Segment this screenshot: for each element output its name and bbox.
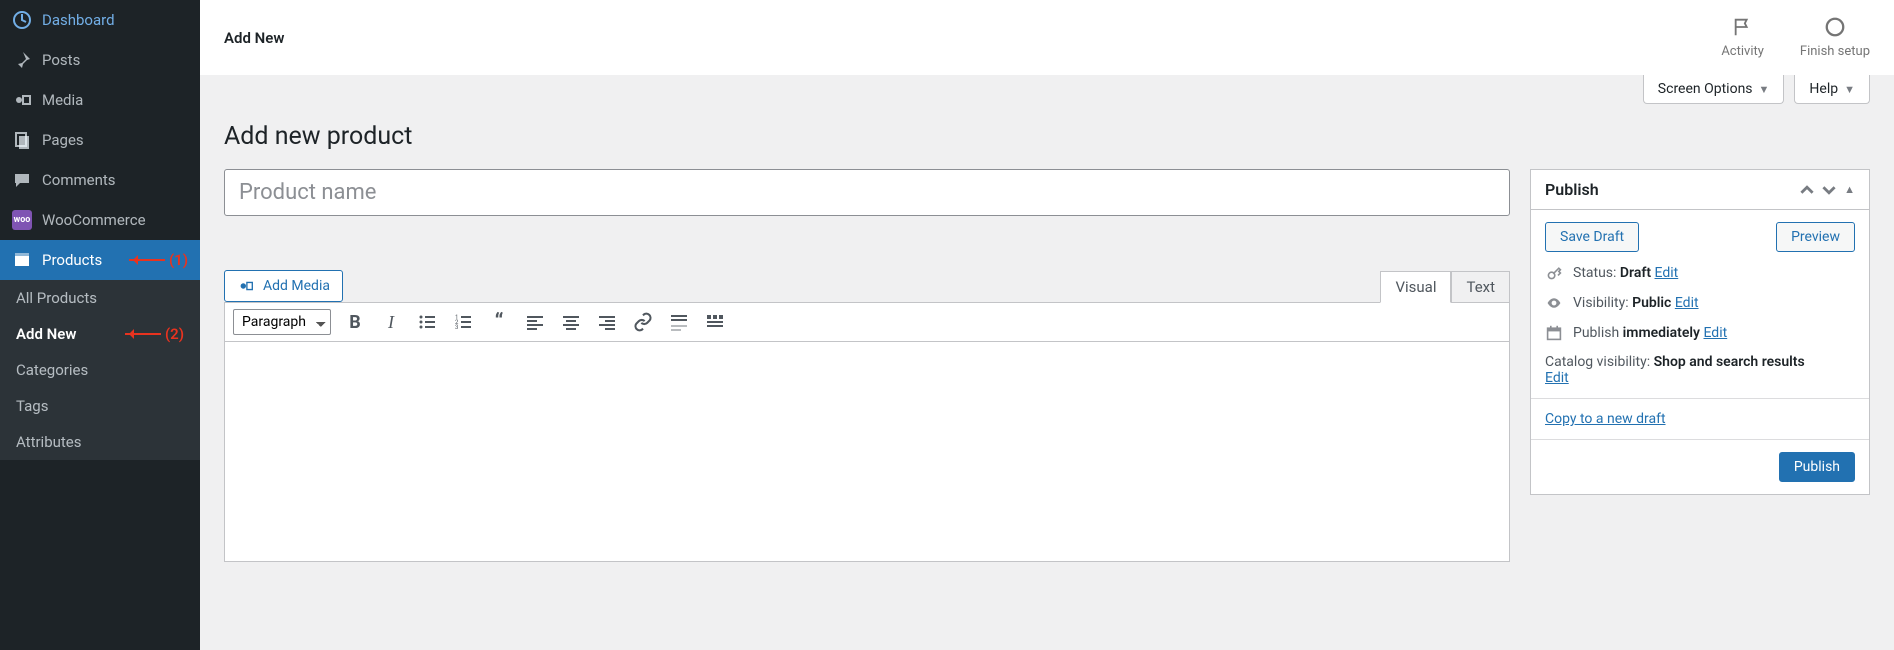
sidebar-label: WooCommerce	[42, 211, 146, 229]
move-down-icon[interactable]	[1822, 183, 1836, 197]
chevron-down-icon: ▼	[1844, 83, 1855, 96]
eye-icon	[1545, 294, 1563, 312]
media-icon	[12, 90, 32, 110]
sidebar-item-woocommerce[interactable]: woo WooCommerce	[0, 200, 200, 240]
product-name-input[interactable]	[224, 169, 1510, 216]
circle-icon	[1824, 16, 1846, 38]
annotation-1: (1)	[129, 251, 188, 269]
flag-icon	[1732, 16, 1754, 38]
sidebar-label: Media	[42, 91, 83, 109]
sidebar-label: Dashboard	[42, 11, 115, 29]
pages-icon	[12, 130, 32, 150]
submenu-attributes[interactable]: Attributes	[0, 424, 200, 460]
editor-body[interactable]	[224, 342, 1510, 562]
edit-catalog-link[interactable]: Edit	[1545, 370, 1569, 386]
submenu-categories[interactable]: Categories	[0, 352, 200, 388]
publish-button[interactable]: Publish	[1779, 452, 1855, 482]
preview-button[interactable]: Preview	[1776, 222, 1855, 252]
finish-setup-button[interactable]: Finish setup	[1800, 16, 1870, 59]
page-title: Add new product	[224, 122, 1870, 151]
sidebar-label: Comments	[42, 171, 116, 189]
chevron-down-icon: ▼	[1759, 83, 1770, 96]
numbered-list-button[interactable]: 123	[451, 310, 475, 334]
publish-box: Publish ▲ Save Draft Preview	[1530, 169, 1870, 495]
sidebar-item-products[interactable]: Products (1)	[0, 240, 200, 280]
tab-text[interactable]: Text	[1451, 271, 1510, 303]
products-icon	[12, 250, 32, 270]
align-left-button[interactable]	[523, 310, 547, 334]
screen-options-tab[interactable]: Screen Options▼	[1643, 75, 1785, 104]
save-draft-button[interactable]: Save Draft	[1545, 222, 1639, 252]
sidebar-item-media[interactable]: Media	[0, 80, 200, 120]
main-area: Add New Activity Finish setup Screen Opt…	[200, 0, 1894, 650]
camera-icon	[237, 277, 255, 295]
add-media-button[interactable]: Add Media	[224, 270, 343, 302]
sidebar-item-pages[interactable]: Pages	[0, 120, 200, 160]
move-up-icon[interactable]	[1800, 183, 1814, 197]
align-center-button[interactable]	[559, 310, 583, 334]
sidebar-label: Pages	[42, 131, 84, 149]
submenu-tags[interactable]: Tags	[0, 388, 200, 424]
format-select[interactable]: Paragraph	[233, 309, 331, 335]
sidebar-label: Posts	[42, 51, 80, 69]
sidebar-submenu: All Products Add New (2) Categories Tags…	[0, 280, 200, 460]
key-icon	[1545, 264, 1563, 282]
topbar-title: Add New	[224, 29, 284, 47]
help-tab[interactable]: Help▼	[1794, 75, 1870, 104]
readmore-button[interactable]	[667, 310, 691, 334]
copy-draft-link[interactable]: Copy to a new draft	[1545, 411, 1666, 427]
sidebar-item-posts[interactable]: Posts	[0, 40, 200, 80]
woo-icon: woo	[12, 210, 32, 230]
dashboard-icon	[12, 10, 32, 30]
sidebar-item-comments[interactable]: Comments	[0, 160, 200, 200]
activity-button[interactable]: Activity	[1721, 16, 1764, 59]
bullet-list-button[interactable]	[415, 310, 439, 334]
italic-button[interactable]: I	[379, 310, 403, 334]
link-button[interactable]	[631, 310, 655, 334]
sidebar-item-dashboard[interactable]: Dashboard	[0, 0, 200, 40]
align-right-button[interactable]	[595, 310, 619, 334]
editor-toolbar: Paragraph B I 123 “	[224, 302, 1510, 342]
edit-visibility-link[interactable]: Edit	[1675, 295, 1699, 311]
submenu-all-products[interactable]: All Products	[0, 280, 200, 316]
tab-visual[interactable]: Visual	[1380, 271, 1451, 303]
edit-status-link[interactable]: Edit	[1655, 265, 1679, 281]
topbar: Add New Activity Finish setup	[200, 0, 1894, 75]
toggle-panel-icon[interactable]: ▲	[1844, 183, 1855, 197]
toolbar-toggle-button[interactable]	[703, 310, 727, 334]
edit-date-link[interactable]: Edit	[1703, 325, 1727, 341]
bold-button[interactable]: B	[343, 310, 367, 334]
annotation-2: (2)	[125, 325, 184, 343]
svg-text:3: 3	[455, 324, 458, 331]
submenu-add-new[interactable]: Add New (2)	[0, 316, 200, 352]
sidebar-label: Products	[42, 251, 102, 269]
pin-icon	[12, 50, 32, 70]
blockquote-button[interactable]: “	[487, 310, 511, 334]
publish-box-title: Publish	[1545, 180, 1599, 199]
comments-icon	[12, 170, 32, 190]
calendar-icon	[1545, 324, 1563, 342]
admin-sidebar: Dashboard Posts Media Pages Comments woo…	[0, 0, 200, 650]
